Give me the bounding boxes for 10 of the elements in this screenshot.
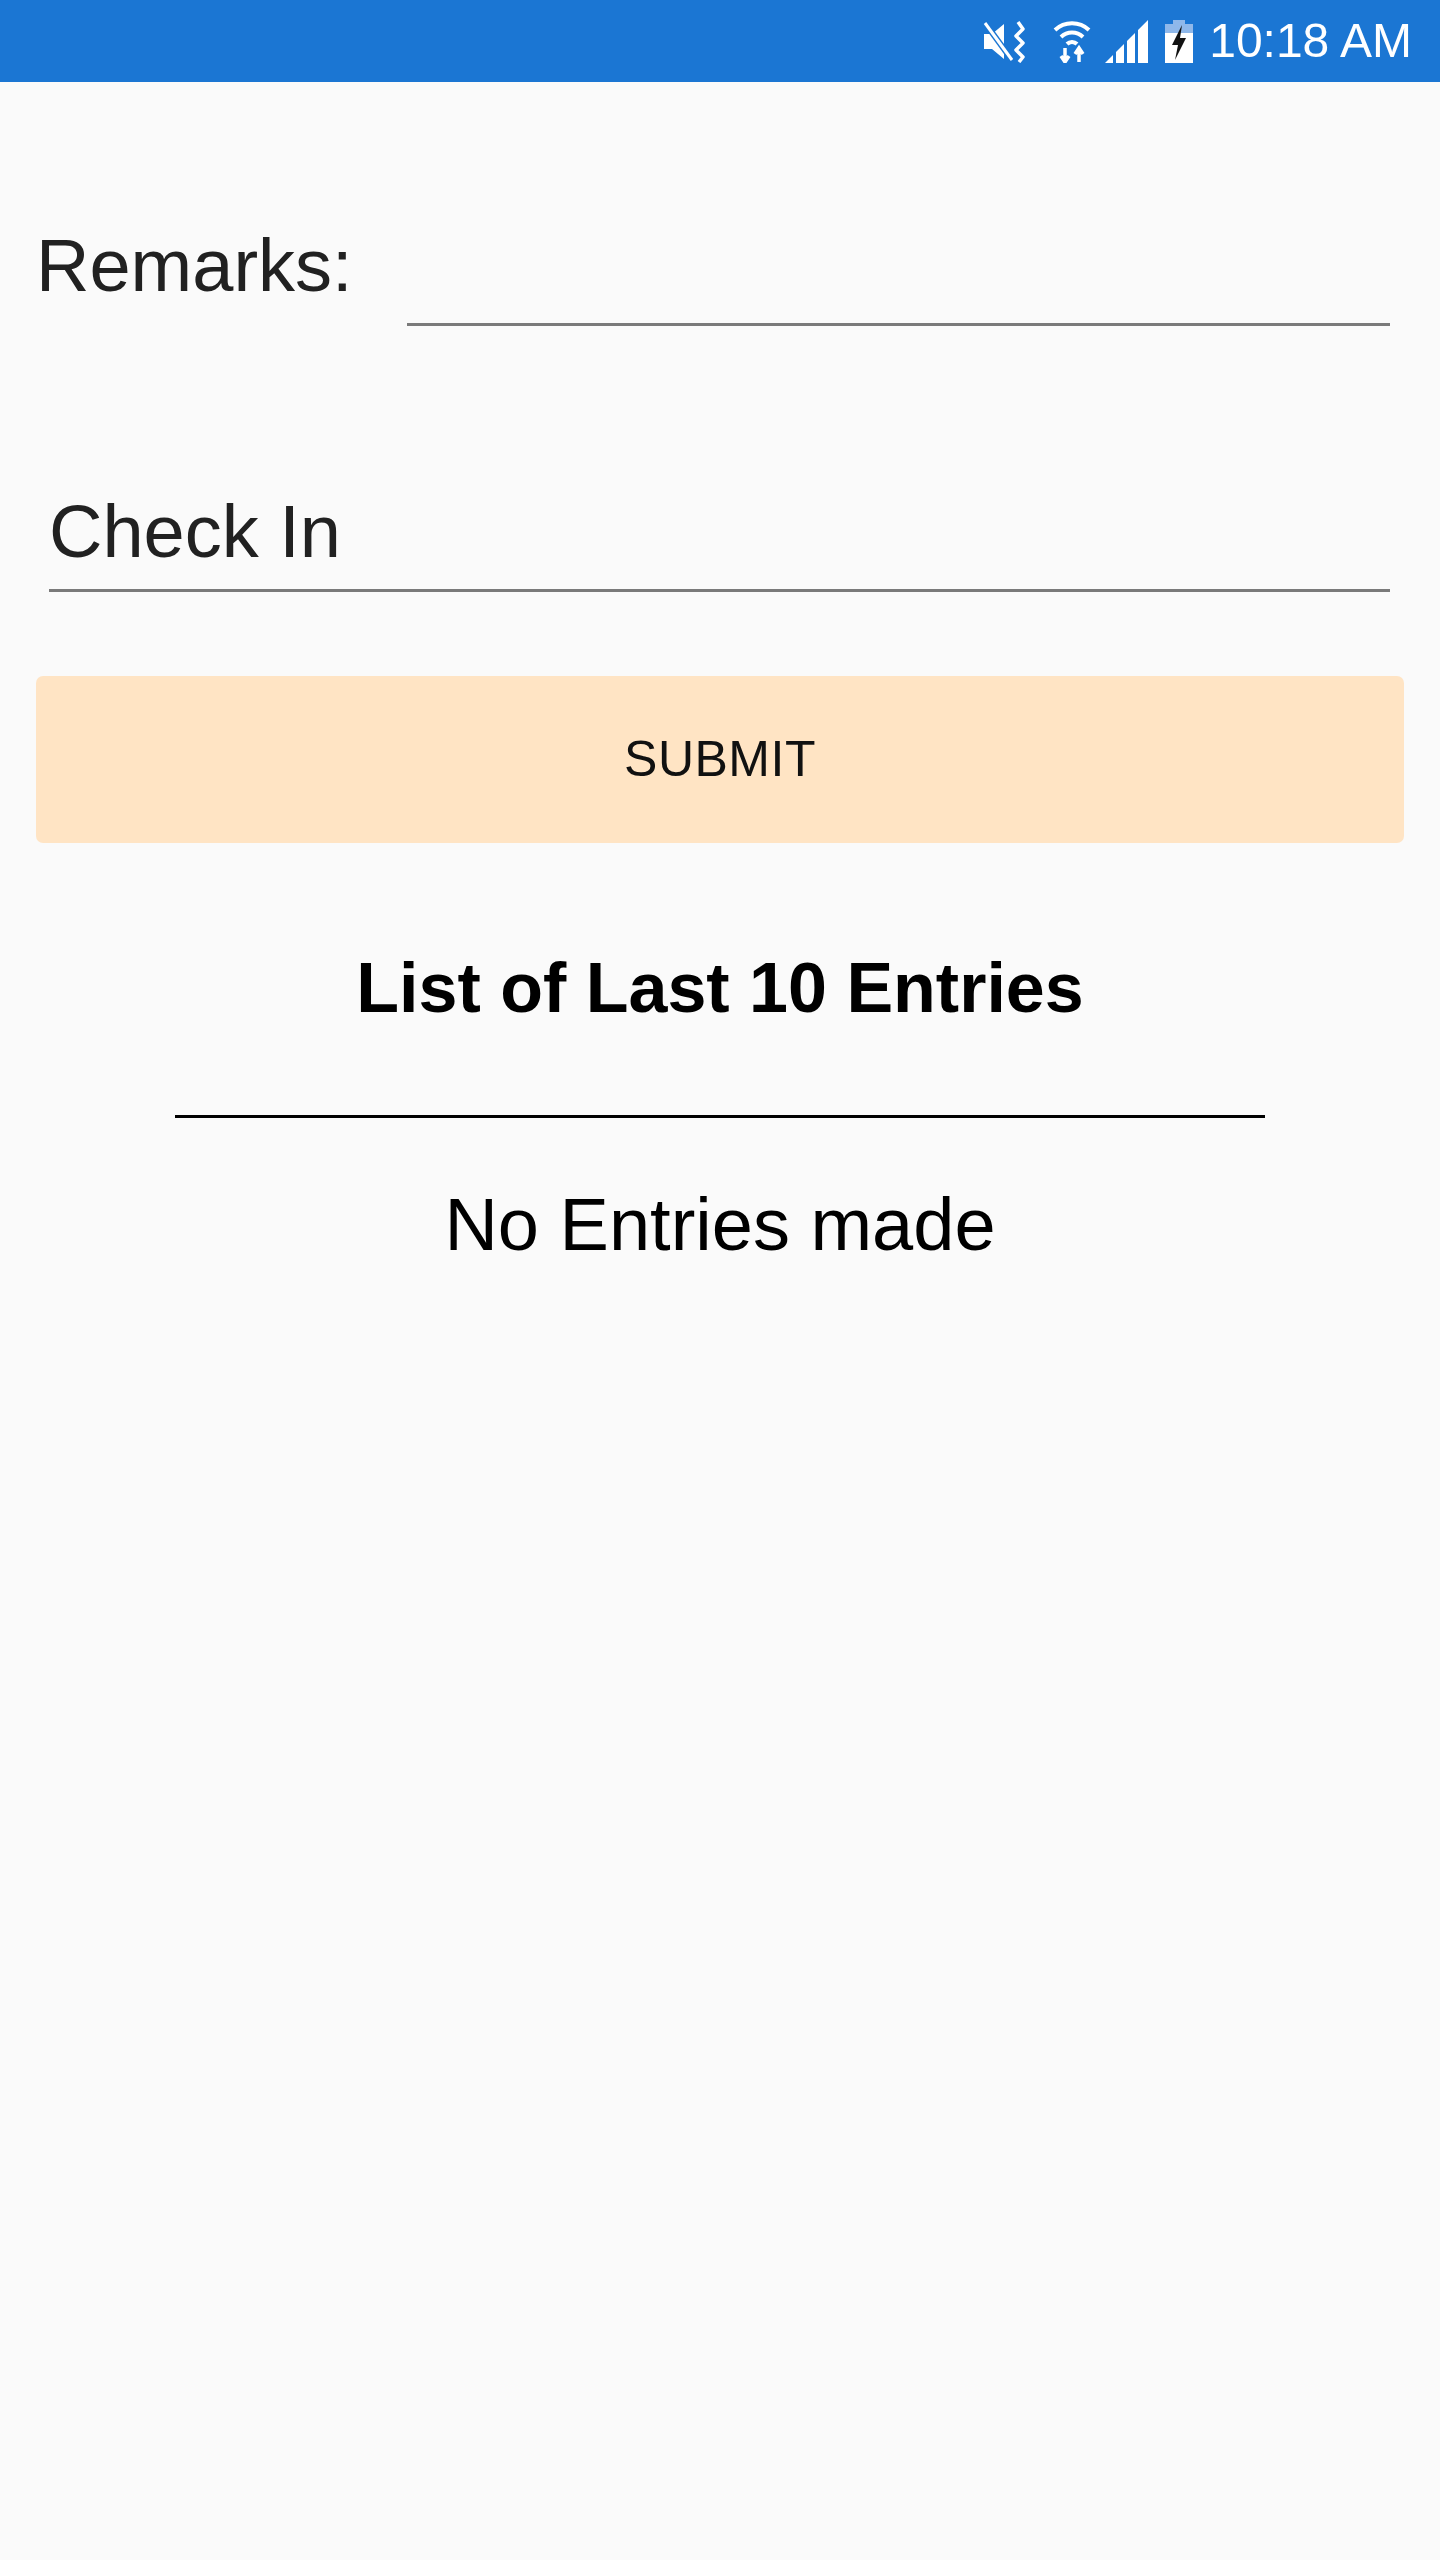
entry-type-picker[interactable]: Check In: [49, 488, 1390, 592]
remarks-label: Remarks:: [36, 223, 353, 309]
clock-time: 10:18 AM: [1209, 17, 1412, 65]
submit-button[interactable]: SUBMIT: [36, 675, 1404, 843]
entries-heading: List of Last 10 Entries: [355, 947, 1085, 1029]
mute-vibrate-icon: [982, 19, 1028, 63]
wifi-icon: [1053, 19, 1092, 63]
battery-charging-icon: [1165, 19, 1194, 63]
empty-message: No Entries made: [443, 1181, 997, 1268]
signal-icon: [1105, 19, 1149, 63]
